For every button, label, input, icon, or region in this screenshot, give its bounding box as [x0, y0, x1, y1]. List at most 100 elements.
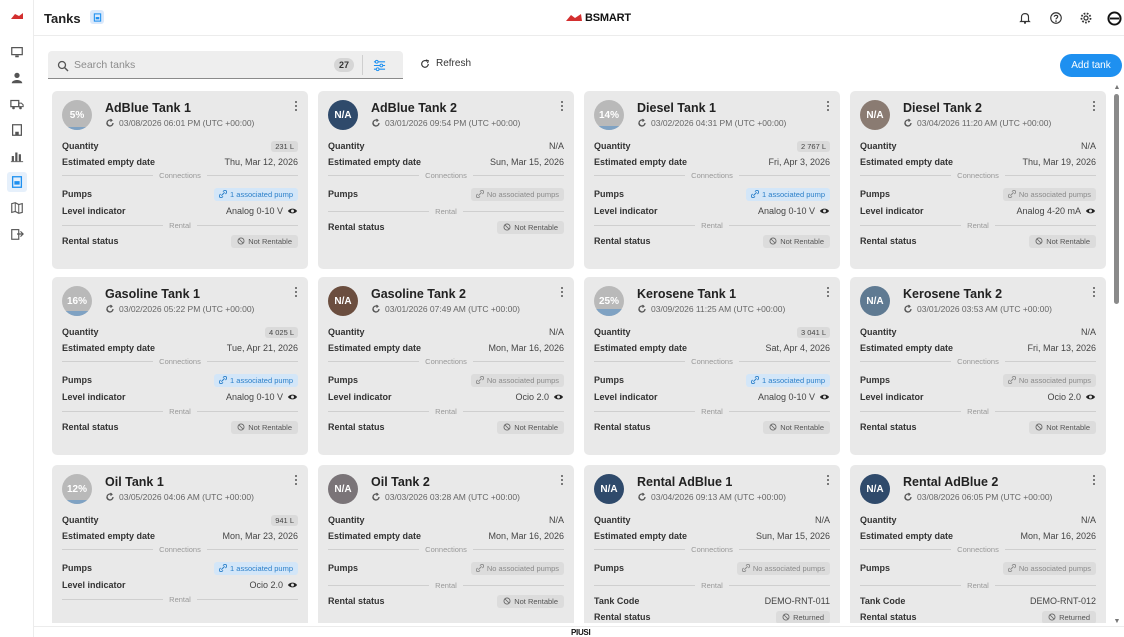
rental-status-label: Rental status — [860, 612, 917, 622]
tank-level-avatar: 25% — [594, 286, 624, 316]
quantity-value: N/A — [548, 515, 564, 525]
card-menu-icon[interactable] — [1090, 285, 1098, 299]
bar-chart-icon[interactable] — [9, 148, 25, 164]
export-icon[interactable] — [9, 226, 25, 242]
user-icon[interactable] — [9, 70, 25, 86]
pumps-chip[interactable]: 1 associated pump — [214, 373, 298, 387]
pumps-chip[interactable]: No associated pumps — [736, 561, 830, 575]
tank-card[interactable]: N/A Diesel Tank 2 03/04/2026 11:20 AM (UTC… — [850, 91, 1106, 269]
rental-label: Rental — [435, 206, 457, 216]
tank-level-label: 12% — [66, 483, 87, 495]
eye-icon[interactable] — [287, 207, 298, 215]
empty-date-value: Sat, Apr 4, 2026 — [765, 343, 830, 353]
rental-status-label: Rental status — [328, 596, 385, 606]
tank-card[interactable]: N/A Kerosene Tank 2 03/01/2026 03:53 AM (U… — [850, 277, 1106, 455]
search-input[interactable] — [74, 56, 344, 74]
pumps-chip[interactable]: No associated pumps — [1002, 187, 1096, 201]
scroll-down-arrow-icon[interactable]: ▼ — [1113, 618, 1121, 626]
tank-date: 03/02/2026 05:22 PM (UTC +00:00) — [119, 304, 255, 314]
rental-divider: Rental — [328, 206, 564, 216]
scroll-up-arrow-icon[interactable]: ▲ — [1113, 84, 1121, 92]
add-tank-button[interactable]: Add tank — [1060, 54, 1122, 77]
scrollbar[interactable]: ▲ ▼ — [1113, 84, 1121, 626]
card-menu-icon[interactable] — [1090, 99, 1098, 113]
rental-status-chip: Not Rentable — [763, 420, 830, 434]
card-menu-icon[interactable] — [292, 473, 300, 487]
pumps-chip[interactable]: 1 associated pump — [746, 187, 830, 201]
empty-date-value: Fri, Mar 13, 2026 — [1027, 343, 1096, 353]
refresh-button[interactable]: Refresh — [420, 58, 471, 69]
tank-avatar-label: N/A — [866, 109, 884, 121]
eye-icon[interactable] — [553, 393, 564, 401]
pumps-chip[interactable]: 1 associated pump — [214, 187, 298, 201]
card-menu-icon[interactable] — [558, 285, 566, 299]
pumps-row: Pumps 1 associated pump — [62, 373, 298, 387]
eye-icon[interactable] — [1085, 393, 1096, 401]
rental-divider: Rental — [860, 406, 1096, 416]
tank-card[interactable]: N/A Rental AdBlue 2 03/08/2026 06:05 PM (U… — [850, 465, 1106, 623]
pumps-chip[interactable]: No associated pumps — [1002, 561, 1096, 575]
tank-card[interactable]: 12% Oil Tank 1 03/05/2026 04:06 AM (UTC +0… — [52, 465, 308, 623]
rental-label: Rental — [701, 580, 723, 590]
brand-logo-icon[interactable] — [10, 8, 24, 19]
truck-icon[interactable] — [9, 96, 25, 112]
rental-status-label: Rental status — [62, 236, 119, 246]
card-menu-icon[interactable] — [558, 99, 566, 113]
card-menu-icon[interactable] — [292, 285, 300, 299]
map-icon[interactable] — [9, 200, 25, 216]
account-icon[interactable] — [1106, 10, 1122, 26]
pumps-chip[interactable]: No associated pumps — [1002, 373, 1096, 387]
link-icon — [1007, 564, 1016, 572]
tank-card[interactable]: 14% Diesel Tank 1 03/02/2026 04:31 PM (UTC… — [584, 91, 840, 269]
card-menu-icon[interactable] — [292, 99, 300, 113]
search-bar: 27 — [48, 51, 403, 79]
level-indicator-row: Level indicator Analog 0-10 V — [594, 204, 830, 218]
help-icon[interactable] — [1048, 10, 1064, 26]
pumps-chip[interactable]: 1 associated pump — [746, 373, 830, 387]
eye-icon[interactable] — [819, 207, 830, 215]
eye-icon[interactable] — [287, 581, 298, 589]
tank-card[interactable]: N/A Gasoline Tank 2 03/01/2026 07:49 AM (U… — [318, 277, 574, 455]
eye-icon[interactable] — [287, 393, 298, 401]
building-icon[interactable] — [9, 122, 25, 138]
tank-card[interactable]: N/A Oil Tank 2 03/03/2026 03:28 AM (UTC +0… — [318, 465, 574, 623]
link-icon — [219, 564, 228, 572]
quantity-label: Quantity — [594, 515, 631, 525]
quantity-value: N/A — [548, 327, 564, 337]
tank-card[interactable]: 5% AdBlue Tank 1 03/08/2026 06:01 PM (UTC … — [52, 91, 308, 269]
rental-status-label: Rental status — [328, 222, 385, 232]
card-menu-icon[interactable] — [824, 99, 832, 113]
level-indicator-label: Level indicator — [594, 392, 658, 402]
quantity-label: Quantity — [860, 327, 897, 337]
pumps-chip[interactable]: No associated pumps — [470, 561, 564, 575]
tank-level-avatar: 14% — [594, 100, 624, 130]
eye-icon[interactable] — [1085, 207, 1096, 215]
rental-label: Rental — [967, 580, 989, 590]
monitor-icon[interactable] — [9, 44, 25, 60]
gear-icon[interactable] — [1078, 10, 1094, 26]
card-menu-icon[interactable] — [824, 285, 832, 299]
rental-status-label: Rental status — [328, 422, 385, 432]
tank-avatar-label: N/A — [334, 483, 352, 495]
rental-status-label: Rental status — [860, 236, 917, 246]
scroll-thumb[interactable] — [1114, 94, 1119, 304]
pumps-chip[interactable]: No associated pumps — [470, 373, 564, 387]
tank-card[interactable]: N/A Rental AdBlue 1 03/04/2026 09:13 AM (U… — [584, 465, 840, 623]
connections-label: Connections — [957, 170, 999, 180]
tank-date: 03/02/2026 04:31 PM (UTC +00:00) — [651, 118, 787, 128]
eye-icon[interactable] — [819, 393, 830, 401]
card-menu-icon[interactable] — [824, 473, 832, 487]
bell-icon[interactable] — [1017, 10, 1033, 26]
pumps-chip[interactable]: No associated pumps — [470, 187, 564, 201]
card-menu-icon[interactable] — [558, 473, 566, 487]
pumps-chip[interactable]: 1 associated pump — [214, 561, 298, 575]
filter-button[interactable] — [368, 55, 390, 75]
pumps-label: Pumps — [860, 189, 891, 199]
tank-icon[interactable] — [7, 172, 27, 192]
quantity-value: 4 025 L — [264, 326, 298, 338]
tank-card[interactable]: N/A AdBlue Tank 2 03/01/2026 09:54 PM (UTC… — [318, 91, 574, 269]
level-indicator-row: Level indicator Analog 0-10 V — [594, 390, 830, 404]
card-menu-icon[interactable] — [1090, 473, 1098, 487]
tank-card[interactable]: 25% Kerosene Tank 1 03/09/2026 11:25 AM (U… — [584, 277, 840, 455]
tank-card[interactable]: 16% Gasoline Tank 1 03/02/2026 05:22 PM (U… — [52, 277, 308, 455]
